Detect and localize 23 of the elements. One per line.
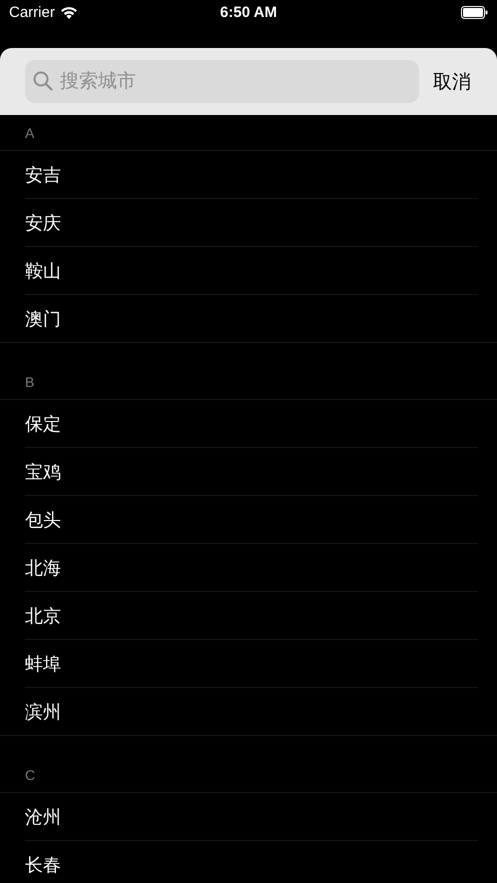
- city-item[interactable]: 滨州: [25, 700, 61, 724]
- city-item[interactable]: 蚌埠: [25, 652, 61, 676]
- city-item[interactable]: 鞍山: [25, 258, 61, 282]
- city-item[interactable]: 北海: [25, 556, 61, 580]
- carrier-label: Carrier: [9, 4, 55, 21]
- section-header: C: [25, 767, 36, 783]
- clock: 6:50 AM: [220, 4, 277, 21]
- city-item[interactable]: 宝鸡: [25, 460, 61, 484]
- city-item[interactable]: 保定: [25, 412, 61, 436]
- cancel-button[interactable]: 取消: [433, 68, 471, 94]
- city-item[interactable]: 长春: [25, 852, 61, 876]
- city-item[interactable]: 沧州: [25, 804, 61, 828]
- city-item[interactable]: 包头: [25, 508, 61, 532]
- wifi-icon: [60, 6, 78, 19]
- city-item[interactable]: 澳门: [25, 306, 61, 330]
- city-item[interactable]: 北京: [25, 604, 61, 628]
- search-icon: [33, 71, 53, 91]
- section-header: B: [25, 374, 34, 390]
- section-header: A: [25, 125, 34, 141]
- search-field[interactable]: 搜索城市: [25, 60, 419, 103]
- city-item[interactable]: 安庆: [25, 210, 61, 234]
- battery-icon: [461, 6, 488, 19]
- city-item[interactable]: 安吉: [25, 162, 61, 186]
